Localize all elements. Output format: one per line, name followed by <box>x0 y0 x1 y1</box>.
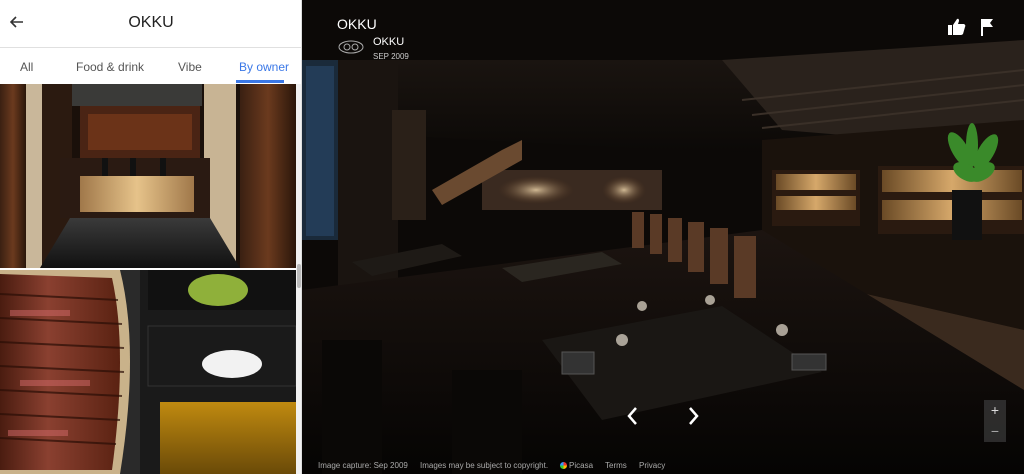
terms-link[interactable]: Terms <box>605 461 627 470</box>
picasa-icon <box>560 462 567 469</box>
picasa-label: Picasa <box>569 461 594 470</box>
scrollbar-thumb[interactable] <box>297 264 301 288</box>
owner-name[interactable]: OKKU <box>373 36 404 48</box>
thumbs-up-icon[interactable] <box>947 17 967 37</box>
panel-title: OKKU <box>128 14 174 31</box>
panel-header: OKKU <box>0 0 301 48</box>
privacy-link[interactable]: Privacy <box>639 461 665 470</box>
viewer-footer: Image capture: Sep 2009 Images may be su… <box>302 458 1024 474</box>
tab-all[interactable]: All <box>20 48 33 84</box>
okku-logo <box>338 40 364 54</box>
picasa-attribution[interactable]: Picasa <box>560 461 593 470</box>
app-root: OKKU All Food & drink Vibe By owner OKKU… <box>0 0 1024 474</box>
chevron-left-icon[interactable] <box>622 404 644 428</box>
photo-grid <box>0 84 296 474</box>
place-photos-panel: OKKU All Food & drink Vibe By owner <box>0 0 302 474</box>
flag-icon[interactable] <box>980 17 996 37</box>
photo-viewer[interactable]: OKKU OKKU SEP 2009 + − Image capture: Se… <box>302 0 1024 474</box>
restaurant-bar-interior-photo[interactable] <box>0 84 296 268</box>
tab-vibe[interactable]: Vibe <box>178 48 202 84</box>
tab-by-owner[interactable]: By owner <box>239 48 289 84</box>
zoom-in-button[interactable]: + <box>984 400 1006 422</box>
photo-category-tabs: All Food & drink Vibe By owner <box>0 48 301 84</box>
restaurant-dining-room-photo <box>302 0 1024 474</box>
zoom-out-button[interactable]: − <box>984 422 1006 442</box>
viewer-header: OKKU OKKU SEP 2009 <box>302 0 1024 61</box>
chevron-right-icon[interactable] <box>682 404 704 428</box>
active-tab-indicator <box>236 80 284 83</box>
tab-food-and-drink[interactable]: Food & drink <box>76 48 144 84</box>
image-capture-date: Image capture: Sep 2009 <box>318 461 408 470</box>
viewer-title: OKKU <box>337 16 377 32</box>
sliced-steak-with-condiments-photo[interactable] <box>0 270 296 474</box>
photo-date: SEP 2009 <box>373 52 409 61</box>
copyright-notice: Images may be subject to copyright. <box>420 461 549 470</box>
